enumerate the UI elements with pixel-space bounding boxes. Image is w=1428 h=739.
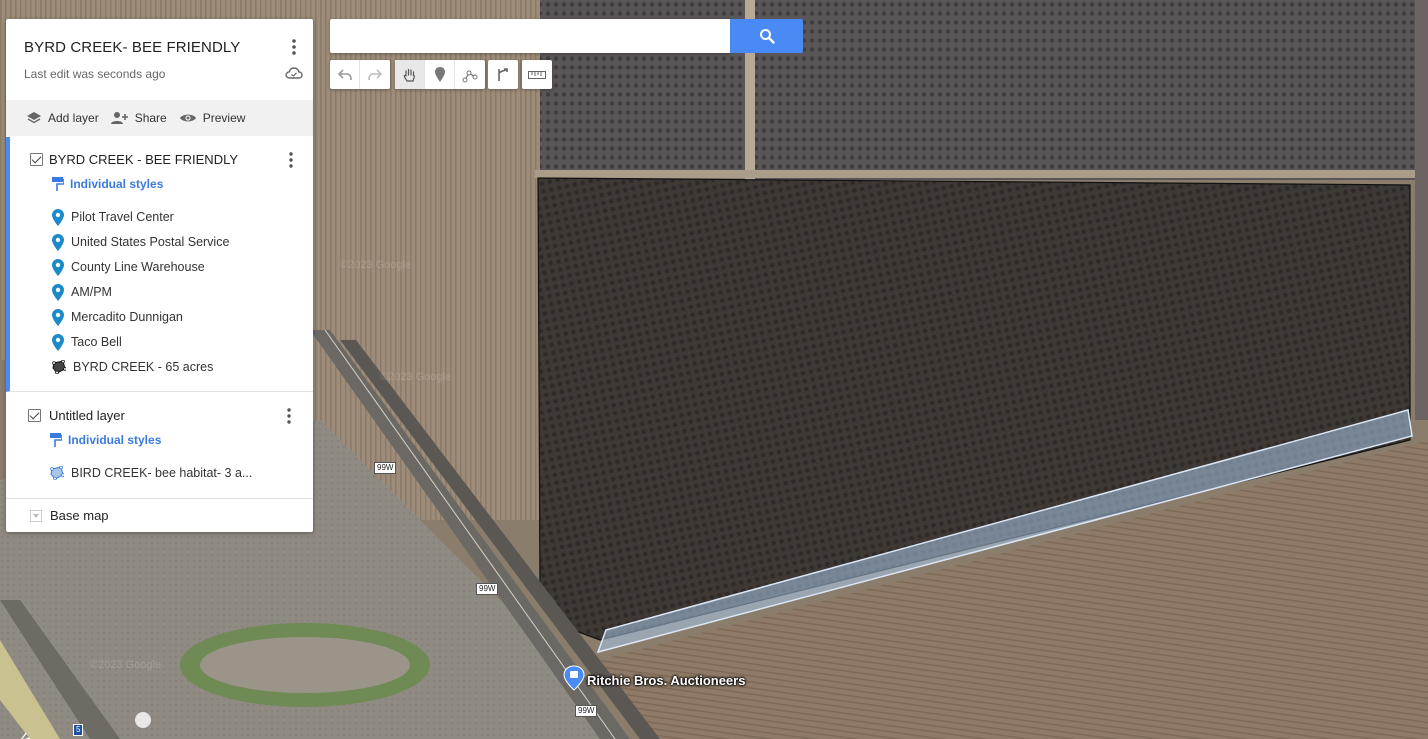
paint-roller-icon (50, 433, 62, 447)
base-map-label: Base map (50, 508, 109, 523)
search-box (330, 19, 730, 53)
highway-shield: 99W (476, 583, 499, 595)
search-input[interactable] (330, 19, 730, 53)
preview-button[interactable]: Preview (179, 111, 246, 125)
layer-name[interactable]: Untitled layer (49, 408, 125, 423)
add-marker-tool[interactable] (425, 60, 455, 89)
add-layer-button[interactable]: Add layer (26, 111, 99, 125)
feature-item[interactable]: BYRD CREEK - 65 acres (52, 357, 213, 377)
highway-shield: 99W (575, 705, 598, 717)
highway-shield: 99W (374, 462, 397, 474)
last-edit-status: Last edit was seconds ago (24, 67, 166, 81)
feature-item[interactable]: Pilot Travel Center (52, 207, 174, 227)
poi-label[interactable]: Ritchie Bros. Auctioneers (587, 673, 745, 688)
add-layer-label: Add layer (48, 111, 99, 125)
search-icon (759, 29, 775, 44)
expand-arrow-icon (30, 509, 42, 522)
map-title[interactable]: BYRD CREEK- BEE FRIENDLY (24, 39, 240, 56)
base-map-toggle[interactable]: Base map (6, 499, 313, 532)
directions-tools (488, 60, 518, 89)
preview-label: Preview (202, 111, 246, 125)
layer-visibility-checkbox[interactable] (28, 409, 41, 422)
feature-label: BIRD CREEK- bee habitat- 3 a... (71, 466, 253, 480)
pin-icon (52, 208, 64, 226)
marker-icon (434, 67, 445, 82)
add-person-icon (110, 112, 128, 124)
pin-icon (52, 333, 64, 351)
ruler-icon (528, 70, 546, 79)
layer-style-label: Individual styles (70, 177, 164, 191)
feature-item[interactable]: United States Postal Service (52, 232, 229, 252)
feature-label: AM/PM (71, 285, 112, 299)
feature-item[interactable]: BIRD CREEK- bee habitat- 3 a... (50, 463, 252, 483)
panel-header: BYRD CREEK- BEE FRIENDLY Last edit was s… (6, 19, 313, 100)
more-options-icon[interactable] (286, 37, 302, 57)
pin-icon (52, 233, 64, 251)
redo-button[interactable] (360, 60, 390, 89)
layer-name[interactable]: BYRD CREEK - BEE FRIENDLY (49, 152, 238, 167)
feature-label: Mercadito Dunnigan (71, 310, 183, 324)
feature-label: County Line Warehouse (71, 260, 205, 274)
feature-item[interactable]: County Line Warehouse (52, 257, 205, 277)
directions-icon (498, 67, 508, 81)
pin-icon (52, 308, 64, 326)
pan-tool[interactable] (395, 60, 425, 89)
interstate-shield: 5 (73, 724, 84, 736)
map-sidebar: BYRD CREEK- BEE FRIENDLY Last edit was s… (6, 19, 313, 532)
layer-style-label: Individual styles (68, 433, 162, 447)
layer-options-icon[interactable] (282, 407, 296, 425)
hand-icon (403, 68, 415, 82)
layer-visibility-checkbox[interactable] (30, 153, 43, 166)
draw-line-tool[interactable] (455, 60, 485, 89)
measure-tools (522, 60, 552, 89)
history-tools (330, 60, 390, 89)
feature-label: BYRD CREEK - 65 acres (73, 360, 214, 374)
pin-icon (52, 258, 64, 276)
share-button[interactable]: Share (109, 111, 167, 125)
directions-tool[interactable] (488, 60, 518, 89)
panel-actions: Add layer Share Preview (6, 100, 313, 136)
polygon-icon (52, 360, 66, 374)
share-label: Share (134, 111, 167, 125)
feature-label: Pilot Travel Center (71, 210, 174, 224)
search-button[interactable] (730, 19, 803, 53)
cloud-saved-icon (285, 67, 303, 79)
undo-icon (337, 68, 352, 80)
polygon-icon (50, 466, 64, 480)
line-icon (462, 70, 478, 82)
pin-icon (52, 283, 64, 301)
layer-byrd-creek: BYRD CREEK - BEE FRIENDLY Individual sty… (6, 137, 313, 392)
feature-label: Taco Bell (71, 335, 122, 349)
layers-icon (27, 112, 41, 124)
draw-tools (395, 60, 485, 89)
feature-item[interactable]: AM/PM (52, 282, 112, 302)
redo-icon (368, 68, 382, 80)
svg-text:©2023 Google: ©2023 Google (340, 259, 411, 271)
layer-untitled: Untitled layer Individual styles BIRD CR… (6, 393, 313, 499)
feature-item[interactable]: Taco Bell (52, 332, 122, 352)
measure-tool[interactable] (522, 60, 552, 89)
paint-roller-icon (52, 177, 64, 191)
feature-item[interactable]: Mercadito Dunnigan (52, 307, 183, 327)
eye-icon (179, 114, 196, 122)
layer-style-link[interactable]: Individual styles (50, 433, 161, 447)
svg-text:©2023 Google: ©2023 Google (90, 659, 161, 671)
feature-label: United States Postal Service (71, 235, 230, 249)
layer-style-link[interactable]: Individual styles (52, 177, 163, 191)
undo-button[interactable] (330, 60, 360, 89)
layer-options-icon[interactable] (284, 151, 298, 169)
svg-text:©2023 Google: ©2023 Google (380, 371, 451, 383)
